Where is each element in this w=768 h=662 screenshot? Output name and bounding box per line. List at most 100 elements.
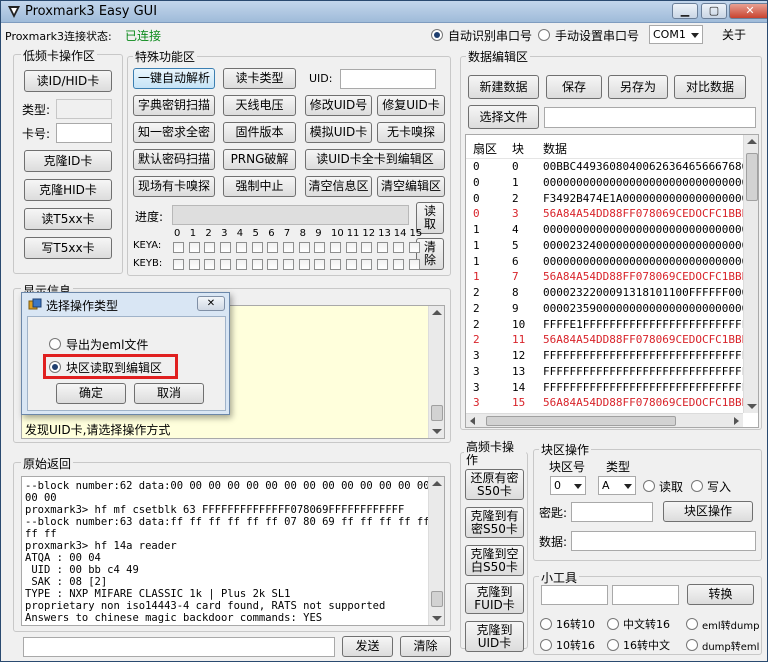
minimize-button[interactable]: ▁ xyxy=(672,3,698,19)
restore-s50-button[interactable]: 还原有密S50卡 xyxy=(465,469,524,500)
eml-to-dump-radio[interactable] xyxy=(686,618,698,630)
clone-to-keyed-s50-button[interactable]: 克隆到有密S50卡 xyxy=(465,507,524,538)
convert-button[interactable]: 转换 xyxy=(687,584,754,605)
hex-to-dec-radio[interactable] xyxy=(540,618,552,630)
force-abort-button[interactable]: 强制中止 xyxy=(223,176,296,197)
keya-checkbox[interactable] xyxy=(330,242,341,253)
keyb-checkbox[interactable] xyxy=(188,259,200,270)
maximize-button[interactable]: ▢ xyxy=(701,3,727,19)
keya-checkbox[interactable] xyxy=(188,242,200,253)
keyb-checkbox[interactable] xyxy=(220,259,232,270)
table-row[interactable]: 0 1 00000000000000000000000000000000 xyxy=(466,175,744,191)
keyb-checkbox[interactable] xyxy=(298,259,310,270)
table-row[interactable]: 3 12 FFFFFFFFFFFFFFFFFFFFFFFFFFFFFFFF xyxy=(466,348,744,364)
antenna-voltage-button[interactable]: 天线电压 xyxy=(223,95,296,116)
choose-file-button[interactable]: 选择文件 xyxy=(468,105,539,129)
read-t5xx-button[interactable]: 读T5xx卡 xyxy=(24,208,112,230)
key-field[interactable] xyxy=(571,502,653,522)
table-row[interactable]: 1 7 56A84A54DD88FF078069CEDOCFC1BBBF xyxy=(466,269,744,285)
manual-port-radio[interactable] xyxy=(538,29,550,41)
keya-checkbox[interactable] xyxy=(392,242,404,253)
cn-to-hex-radio[interactable] xyxy=(607,618,619,630)
keyb-checkbox[interactable] xyxy=(345,259,357,270)
clone-hid-button[interactable]: 克隆HID卡 xyxy=(24,179,112,201)
table-vscroll[interactable] xyxy=(743,135,758,413)
table-row[interactable]: 2 9 00002359000000000000000000000000 xyxy=(466,301,744,317)
dump-to-eml-radio[interactable] xyxy=(686,639,698,651)
firmware-version-button[interactable]: 固件版本 xyxy=(223,122,296,143)
dialog-ok-button[interactable]: 确定 xyxy=(56,383,126,404)
clone-to-blank-s50-button[interactable]: 克隆到空白S50卡 xyxy=(465,545,524,576)
new-data-button[interactable]: 新建数据 xyxy=(468,75,539,99)
table-row[interactable]: 1 5 00002324000000000000000000000000 xyxy=(466,238,744,254)
hscroll-thumb[interactable] xyxy=(486,416,676,426)
compare-data-button[interactable]: 对比数据 xyxy=(674,75,746,99)
clear-info-button[interactable]: 清空信息区 xyxy=(305,176,372,197)
keya-checkbox[interactable] xyxy=(173,242,184,253)
scroll-thumb[interactable] xyxy=(746,153,758,201)
one-key-all-keys-button[interactable]: 知一密求全密 xyxy=(133,122,215,143)
table-row[interactable]: 0 2 F3492B474E1A0000000000000000000000 xyxy=(466,191,744,207)
repair-uid-button[interactable]: 修复UID卡 xyxy=(377,95,445,116)
close-window-button[interactable]: ✕ xyxy=(729,3,767,19)
block-type-select[interactable]: A xyxy=(598,476,636,495)
keyb-checkbox[interactable] xyxy=(314,259,326,270)
clone-to-fuid-button[interactable]: 克隆到FUID卡 xyxy=(465,583,524,614)
keya-checkbox[interactable] xyxy=(251,242,263,253)
keyb-checkbox[interactable] xyxy=(251,259,263,270)
read-radio[interactable] xyxy=(643,480,655,492)
table-row[interactable]: 2 10 FFFFE1FFFFFFFFFFFFFFFFFFFFFFFFFF xyxy=(466,317,744,333)
keyb-checkbox[interactable] xyxy=(408,259,420,270)
read-uid-full-to-editor-button[interactable]: 读UID卡全卡到编辑区 xyxy=(305,149,445,170)
keya-checkbox[interactable] xyxy=(314,242,326,253)
keyb-checkbox[interactable] xyxy=(267,259,279,270)
simulate-uid-button[interactable]: 模拟UID卡 xyxy=(305,122,372,143)
export-eml-radio[interactable] xyxy=(49,338,61,350)
info-scrollbar[interactable] xyxy=(428,306,444,438)
clear-log-button[interactable]: 清除 xyxy=(400,636,451,657)
keyb-checkbox[interactable] xyxy=(173,259,184,270)
keya-checkbox[interactable] xyxy=(267,242,279,253)
table-row[interactable]: 3 14 FFFFFFFFFFFFFFFFFFFFFFFFFFFFFFFF xyxy=(466,380,744,396)
table-row[interactable]: 3 15 56A84A54DD88FF078069CEDOCFC1BBBF xyxy=(466,395,744,411)
table-row[interactable]: 3 13 FFFFFFFFFFFFFFFFFFFFFFFFFFFFFFFF xyxy=(466,364,744,380)
live-card-sniff-button[interactable]: 现场有卡嗅探 xyxy=(133,176,215,197)
clear-editor-button[interactable]: 清空编辑区 xyxy=(377,176,445,197)
clone-id-button[interactable]: 克隆ID卡 xyxy=(24,150,112,172)
clone-to-uid-button[interactable]: 克隆到UID卡 xyxy=(465,621,524,652)
cardless-sniff-button[interactable]: 无卡嗅探 xyxy=(377,122,445,143)
clear-key-button[interactable]: 清除 xyxy=(416,238,444,270)
table-row[interactable]: 1 4 00000000000000000000000000000000 xyxy=(466,222,744,238)
save-button[interactable]: 保存 xyxy=(546,75,602,99)
log-textarea[interactable]: --block number:62 data:00 00 00 00 00 00… xyxy=(21,476,445,626)
keya-checkbox[interactable] xyxy=(377,242,389,253)
keya-checkbox[interactable] xyxy=(361,242,373,253)
keyb-checkbox[interactable] xyxy=(235,259,247,270)
write-t5xx-button[interactable]: 写T5xx卡 xyxy=(24,237,112,259)
hex-to-cn-radio[interactable] xyxy=(607,639,619,651)
keya-checkbox[interactable] xyxy=(298,242,310,253)
table-row[interactable]: 0 0 00BBC449360804006263646566676869 xyxy=(466,159,744,175)
write-radio[interactable] xyxy=(691,480,703,492)
tool-input[interactable] xyxy=(541,585,608,605)
file-path-field[interactable] xyxy=(544,107,756,128)
read-id-hid-button[interactable]: 读ID/HID卡 xyxy=(24,70,112,92)
dict-key-scan-button[interactable]: 字典密钥扫描 xyxy=(133,95,215,116)
dialog-close-button[interactable]: ✕ xyxy=(197,296,225,311)
read-to-editor-radio[interactable] xyxy=(49,361,61,373)
block-number-select[interactable]: 0 xyxy=(550,476,586,495)
scroll-thumb[interactable] xyxy=(431,591,443,607)
table-row[interactable]: 2 11 56A84A54DD88FF078069CEDOCFC1BBBF xyxy=(466,332,744,348)
table-row[interactable]: 1 6 00000000000000000000000000000000 xyxy=(466,254,744,270)
send-button[interactable]: 发送 xyxy=(342,636,393,657)
keya-checkbox[interactable] xyxy=(282,242,294,253)
com-port-select[interactable]: COM1 xyxy=(649,25,703,44)
save-as-button[interactable]: 另存为 xyxy=(608,75,668,99)
table-row[interactable]: 0 3 56A84A54DD88FF078069CEDOCFC1BBBF xyxy=(466,206,744,222)
dec-to-hex-radio[interactable] xyxy=(540,639,552,651)
keya-checkbox[interactable] xyxy=(235,242,247,253)
scroll-thumb[interactable] xyxy=(431,405,443,421)
tool-output[interactable] xyxy=(612,585,679,605)
read-card-type-button[interactable]: 读卡类型 xyxy=(223,68,296,89)
lf-number-field[interactable] xyxy=(56,123,112,143)
